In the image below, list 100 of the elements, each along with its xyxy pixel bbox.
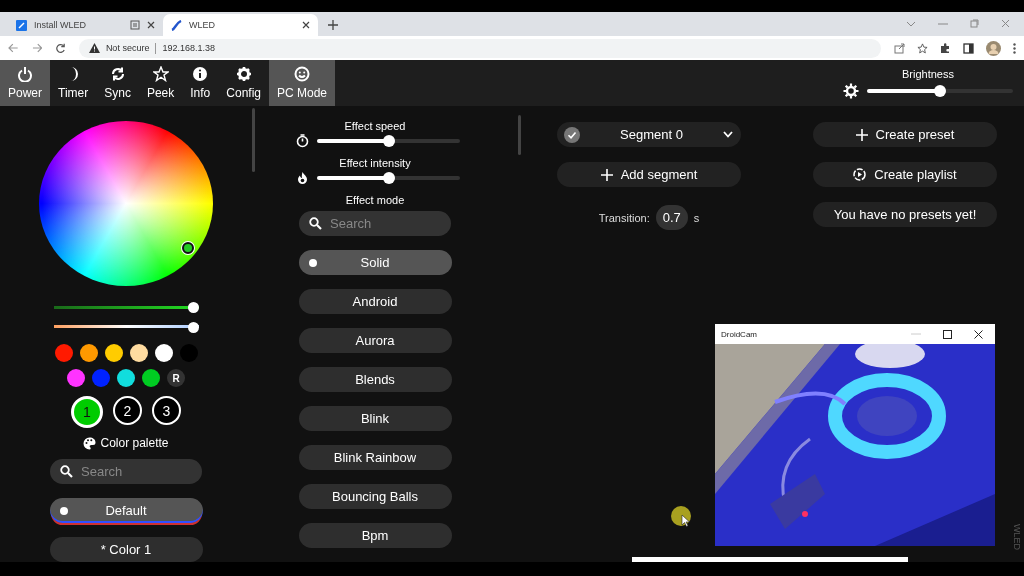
back-icon[interactable] <box>8 43 19 53</box>
star-icon[interactable] <box>917 42 928 54</box>
effect-item[interactable]: Aurora <box>298 328 452 353</box>
color-swatch[interactable] <box>79 344 98 362</box>
reload-icon[interactable] <box>55 42 66 54</box>
window-title: DroidCam <box>721 329 757 339</box>
play-circle-icon <box>853 168 867 181</box>
chevron-down-icon <box>723 131 733 138</box>
browser-tab[interactable]: Install WLED <box>8 14 163 36</box>
slider-thumb[interactable] <box>382 135 395 147</box>
security-label: Not secure <box>105 43 150 53</box>
plus-icon <box>855 128 868 141</box>
palette-icon <box>83 436 97 450</box>
transition-field[interactable]: 0.7 <box>655 205 688 230</box>
palette-label: Color palette <box>100 436 169 450</box>
effect-item[interactable]: Blends <box>298 367 452 392</box>
effect-item[interactable]: Solid <box>298 250 452 275</box>
effect-item[interactable]: Blink Rainbow <box>298 445 452 470</box>
random-color-button[interactable]: R <box>167 369 185 387</box>
transition-label: Transition: <box>598 211 650 224</box>
reader-icon[interactable] <box>130 20 140 30</box>
slider-label: Effect intensity <box>339 157 411 169</box>
nav-button[interactable]: Config <box>218 60 269 106</box>
add-segment-button[interactable]: Add segment <box>557 162 741 187</box>
scrollbar-thumb[interactable] <box>252 108 255 172</box>
color-swatch[interactable] <box>142 369 160 387</box>
search-field[interactable]: Search <box>50 459 202 484</box>
palette-item[interactable]: * Color 1 <box>49 537 203 562</box>
slider-thumb[interactable] <box>187 302 199 314</box>
create-preset-button[interactable]: Create preset <box>813 122 997 147</box>
new-tab-icon[interactable] <box>328 20 338 30</box>
close-icon[interactable] <box>974 329 983 339</box>
search-icon <box>309 217 322 230</box>
nav-button[interactable]: Timer <box>50 60 97 106</box>
color-swatch[interactable] <box>154 344 173 362</box>
nav-button[interactable]: Info <box>182 60 219 106</box>
color-swatch[interactable] <box>67 369 85 387</box>
slider-thumb[interactable] <box>187 321 199 333</box>
effect-item[interactable]: Blink <box>298 406 452 431</box>
side-panel-icon[interactable] <box>963 42 974 54</box>
info-icon <box>192 66 209 82</box>
nav-button[interactable]: Power <box>0 60 50 106</box>
flame-icon <box>296 171 309 185</box>
plus-icon <box>600 168 613 181</box>
color-swatch[interactable] <box>104 344 123 362</box>
selected-dot-icon <box>59 507 68 515</box>
color-swatch[interactable] <box>92 369 110 387</box>
color-slot-button[interactable]: 2 <box>113 396 142 425</box>
maximize-icon[interactable] <box>943 329 952 339</box>
favicon-icon <box>171 19 182 31</box>
effect-item[interactable]: Bpm <box>298 523 452 548</box>
effect-item[interactable]: Android <box>298 289 452 314</box>
close-icon[interactable] <box>147 21 155 29</box>
section-label: Effect mode <box>345 194 405 206</box>
color-slot-button[interactable]: 3 <box>152 396 181 425</box>
avatar-icon[interactable] <box>986 40 1001 56</box>
star-icon <box>152 66 169 82</box>
share-icon[interactable] <box>894 42 905 54</box>
watermark-label: WLED <box>1012 524 1022 550</box>
segment-selector[interactable]: Segment 0 <box>557 122 741 147</box>
scrollbar-thumb[interactable] <box>632 557 908 562</box>
info-message: You have no presets yet! <box>813 202 997 227</box>
color-swatch[interactable] <box>129 344 148 362</box>
scrollbar-thumb[interactable] <box>518 115 521 155</box>
effect-slider[interactable] <box>317 176 460 180</box>
effect-item[interactable]: Bouncing Balls <box>298 484 452 509</box>
tab-title: Install WLED <box>34 20 87 30</box>
color-swatch[interactable] <box>117 369 135 387</box>
browser-tab[interactable]: WLED <box>163 14 318 36</box>
warning-icon <box>88 43 100 53</box>
chevron-down-icon[interactable] <box>906 20 916 27</box>
nav-button[interactable]: Sync <box>96 60 139 106</box>
timer-icon <box>296 134 309 148</box>
effect-slider[interactable] <box>317 139 460 143</box>
create-playlist-button[interactable]: Create playlist <box>813 162 997 187</box>
cursor-icon <box>671 506 693 528</box>
color-slot-button[interactable]: 1 <box>71 396 103 428</box>
power-icon <box>17 66 33 82</box>
color-swatch[interactable] <box>54 344 73 362</box>
nav-button[interactable]: Peek <box>138 60 183 106</box>
brightness-slider[interactable] <box>867 89 1013 93</box>
slider-thumb[interactable] <box>382 172 395 184</box>
palette-item[interactable]: Default <box>49 498 203 523</box>
more-icon[interactable] <box>1013 42 1016 54</box>
close-icon[interactable] <box>302 21 310 29</box>
tab-title: WLED <box>189 20 216 30</box>
unit-label: s <box>693 211 700 224</box>
checkbox-icon[interactable] <box>564 126 580 143</box>
search-icon <box>60 465 73 478</box>
search-field[interactable]: Search <box>299 211 451 236</box>
puzzle-icon[interactable] <box>940 42 951 54</box>
slider-label: Effect speed <box>344 120 406 132</box>
url-text: 192.168.1.38 <box>162 43 215 53</box>
nav-button[interactable]: PC Mode <box>269 60 335 106</box>
brightness-icon <box>843 83 859 99</box>
sync-icon <box>109 66 126 82</box>
slider-thumb[interactable] <box>934 85 946 97</box>
color-picker-handle[interactable] <box>182 242 194 254</box>
smiley-icon <box>294 66 310 82</box>
address-field[interactable]: Not secure 192.168.1.38 <box>78 38 881 58</box>
